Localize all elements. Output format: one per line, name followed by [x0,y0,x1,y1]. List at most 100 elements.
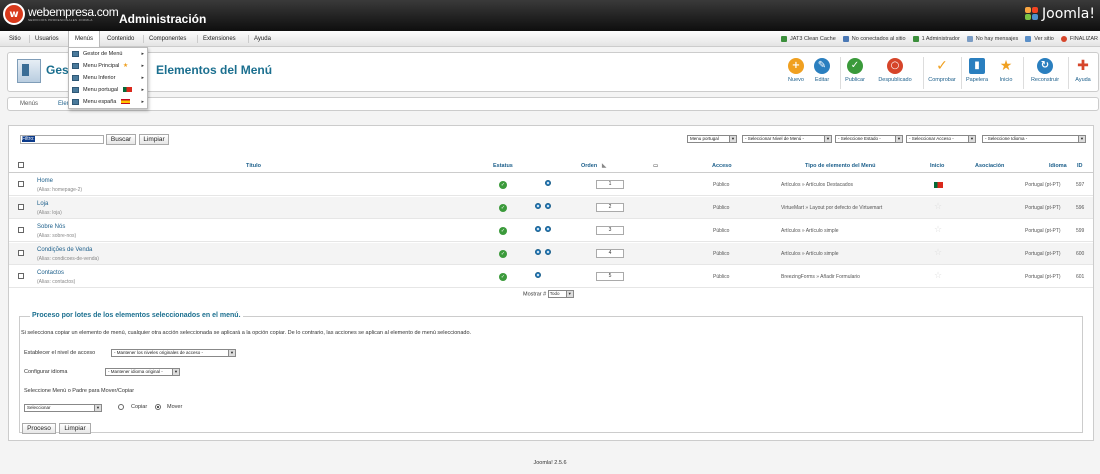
limit-select[interactable]: Todo ▼ [547,290,574,298]
header-association: Asociación [975,163,1005,169]
row-checkbox[interactable] [18,250,24,256]
dropdown-item-menu-manager[interactable]: Gestor de Menú ▸ [69,48,147,60]
header-status[interactable]: Estatus [493,163,513,169]
table-row: Condições de Venda (Alias: condicoes-de-… [9,243,1093,265]
row-checkbox[interactable] [18,181,24,187]
state-select[interactable]: - Seleccione Estado - ▼ [835,135,903,143]
level-select[interactable]: - Seleccionar Nivel de Menú - ▼ [742,135,832,143]
published-check-icon[interactable]: ✓ [499,227,507,235]
status-view-site[interactable]: Ver sitio [1025,36,1054,42]
published-check-icon[interactable]: ✓ [499,250,507,258]
item-title-link[interactable]: Condições de Venda [37,247,92,253]
status-logout[interactable]: FINALIZAR [1060,36,1098,42]
filter-search-input[interactable]: Filtro: [20,135,104,144]
star-icon: ★ [999,58,1013,74]
row-checkbox[interactable] [18,227,24,233]
menu-select[interactable]: Menu portugal ▼ [687,135,737,143]
menu-menus[interactable]: Menús [68,31,101,47]
menu-usuarios[interactable]: Usuarios [29,31,65,47]
item-alias: (Alias: contactos) [37,279,76,285]
item-title-link[interactable]: Loja [37,201,48,207]
order-down-icon[interactable] [545,226,551,232]
save-order-icon[interactable]: ▭ [653,163,658,169]
item-title-link[interactable]: Home [37,178,53,184]
publish-button[interactable]: ✓ Publicar [839,58,871,88]
published-check-icon[interactable]: ✓ [499,273,507,281]
default-star-icon[interactable]: ☆ [934,271,942,281]
header-id[interactable]: ID [1077,163,1083,169]
item-title-link[interactable]: Contactos [37,270,64,276]
header-home[interactable]: Inicio [930,163,944,169]
order-down-icon[interactable] [545,180,551,186]
cache-icon [781,36,787,42]
menu-ayuda[interactable]: Ayuda [248,31,277,47]
site-logo[interactable]: w webempresa.com SERVICIOS PROFESIONALES… [3,3,119,25]
dropdown-item-menu-portugal[interactable]: Menu portugal ▸ [69,84,147,96]
order-input[interactable]: 1 [596,180,624,189]
order-down-icon[interactable] [545,249,551,255]
rebuild-button[interactable]: ↻ Reconstruir [1027,58,1063,88]
published-check-icon[interactable]: ✓ [499,204,507,212]
header-language[interactable]: Idioma [1049,163,1067,169]
edit-button[interactable]: ✎ Editar [806,58,838,88]
trash-button[interactable]: ▮ Papelera [961,58,993,88]
row-checkbox[interactable] [18,273,24,279]
menu-sitio[interactable]: Sitio [3,31,27,47]
limit-select-value: Todo [549,291,560,296]
dropdown-item-menu-espana[interactable]: Menu españa ▸ [69,96,147,108]
batch-move-select[interactable]: Seleccionar ▼ [24,404,102,412]
header-title[interactable]: Título [246,163,261,169]
process-button[interactable]: Proceso [22,423,56,434]
search-button[interactable]: Buscar [106,134,136,145]
help-button[interactable]: ✚ Ayuda [1069,58,1097,88]
published-check-icon[interactable]: ✓ [499,181,507,189]
checkin-button[interactable]: ✓ Comprobar [924,58,960,88]
home-button[interactable]: ★ Inicio [993,58,1019,88]
row-checkbox[interactable] [18,204,24,210]
order-input[interactable]: 2 [596,203,624,212]
order-up-icon[interactable] [535,272,541,278]
new-icon: + [788,58,804,74]
order-down-icon[interactable] [545,203,551,209]
batch-clear-button[interactable]: Limpiar [59,423,91,434]
main-panel: Filtro: Buscar Limpiar Menu portugal ▼ -… [8,125,1094,441]
batch-language-select[interactable]: - Mantener idioma original - ▼ [105,368,180,376]
dropdown-item-label: Menu Inferior [83,75,116,81]
chevron-down-icon: ▼ [94,405,101,411]
portugal-flag-icon[interactable] [934,182,943,188]
copy-radio[interactable] [118,404,124,410]
dropdown-item-menu-inferior[interactable]: Menu Inferior ▸ [69,72,147,84]
order-up-icon[interactable] [535,203,541,209]
default-star-icon[interactable]: ☆ [934,248,942,258]
item-alias: (Alias: condicoes-de-venda) [37,256,99,262]
order-up-icon[interactable] [535,226,541,232]
order-input[interactable]: 4 [596,249,624,258]
item-title-link[interactable]: Sobre Nós [37,224,65,230]
order-input[interactable]: 3 [596,226,624,235]
status-visitors-label: No conectados al sitio [851,36,906,42]
unpublish-button[interactable]: ○ Despublicado [872,58,918,88]
clear-filter-button[interactable]: Limpiar [139,134,169,145]
batch-access-select[interactable]: - Mantener los niveles originales de acc… [111,349,236,357]
dropdown-item-menu-principal[interactable]: Menu Principal ★ ▸ [69,60,147,72]
order-input[interactable]: 5 [596,272,624,281]
chevron-down-icon: ▼ [895,136,902,142]
menu-contenido[interactable]: Contenido [101,31,140,47]
move-radio[interactable] [155,404,161,410]
menu-componentes[interactable]: Componentes [143,31,192,47]
language-select[interactable]: - Seleccione Idioma - ▼ [982,135,1086,143]
language-select-value: - Seleccione Idioma - [985,136,1028,141]
state-select-value: - Seleccione Estado - [838,136,881,141]
header-order[interactable]: Orden [581,163,597,169]
status-clean-cache[interactable]: JAT3 Clean Cache [781,36,836,42]
order-up-icon[interactable] [535,249,541,255]
select-all-checkbox[interactable] [18,162,24,168]
menu-extensiones[interactable]: Extensiones [197,31,242,47]
status-messages[interactable]: No hay mensajes [966,36,1018,42]
header-access[interactable]: Acceso [712,163,732,169]
default-star-icon[interactable]: ☆ [934,202,942,212]
submenu-menus[interactable]: Menús [20,98,38,110]
access-select[interactable]: - Seleccionar Acceso - ▼ [906,135,976,143]
header-type[interactable]: Tipo de elemento del Menú [805,163,876,169]
default-star-icon[interactable]: ☆ [934,225,942,235]
